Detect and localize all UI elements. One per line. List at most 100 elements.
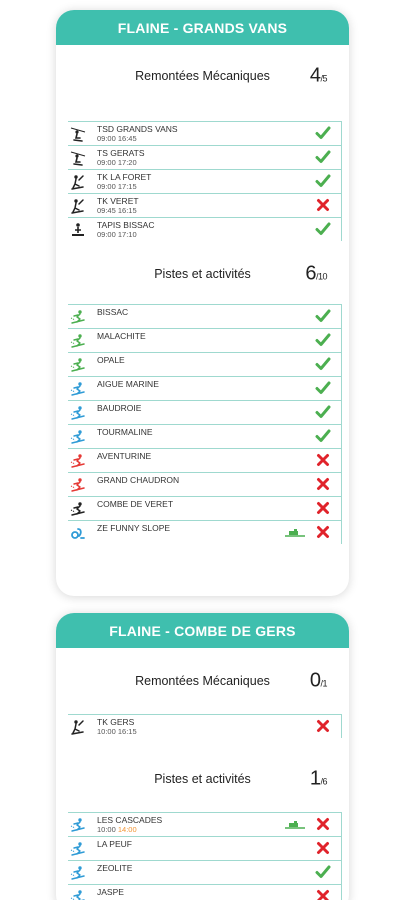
groomed-icon [285, 821, 305, 829]
slope-name: TOURMALINE [97, 427, 153, 437]
opening-hours: 09:00 16:45 [97, 134, 137, 143]
opening-hours: 09:00 17:10 [97, 230, 137, 239]
slope-name: BISSAC [97, 307, 129, 317]
lifts-section-header: Remontées Mécaniques 4/5 [56, 45, 349, 107]
lifts-list: TSD GRANDS VANS 09:00 16:45 TS GERATS 09:00… [56, 121, 349, 241]
open-check-icon [315, 357, 331, 370]
closed-cross-icon [317, 890, 329, 900]
slope-name: AIGUE MARINE [97, 379, 159, 389]
sector-title[interactable]: FLAINE - COMBE DE GERS [56, 613, 349, 648]
skier-slope-icon [70, 502, 85, 516]
opening-hours: 09:45 16:15 [97, 206, 137, 215]
slope-name: GRAND CHAUDRON [97, 475, 180, 485]
open-check-icon [315, 333, 331, 346]
slope-row[interactable]: JASPE [68, 884, 342, 900]
closed-cross-icon [317, 526, 329, 538]
slopes-list: LES CASCADES 10:00 14:00 LA PEUF ZEOLITE JAS… [56, 812, 349, 900]
lift-name: TK GERS [97, 717, 135, 727]
closed-cross-icon [317, 502, 329, 514]
lift-row[interactable]: TK VERET 09:45 16:15 [68, 193, 342, 217]
skier-slope-icon [70, 430, 85, 444]
open-check-icon [315, 309, 331, 322]
lift-name: TS GERATS [97, 148, 145, 158]
slope-row[interactable]: LES CASCADES 10:00 14:00 [68, 812, 342, 836]
lifts-list: TK GERS 10:00 16:15 [56, 714, 349, 738]
lift-row[interactable]: TS GERATS 09:00 17:20 [68, 145, 342, 169]
slope-row[interactable]: ZEOLITE [68, 860, 342, 884]
lift-name: TSD GRANDS VANS [97, 124, 178, 134]
skier-slope-icon [70, 890, 85, 900]
skier-slope-icon [70, 382, 85, 396]
lifts-open-count: 4/5 [309, 64, 328, 87]
slope-name: COMBE DE VERET [97, 499, 174, 509]
slope-name: AVENTURINE [97, 451, 152, 461]
slope-row[interactable]: MALACHITE [68, 328, 342, 352]
lift-row[interactable]: TK GERS 10:00 16:15 [68, 714, 342, 738]
slope-row[interactable]: ZE FUNNY SLOPE [68, 520, 342, 544]
lift-row[interactable]: TAPIS BISSAC 09:00 17:10 [68, 217, 342, 241]
opening-hours: 09:00 17:15 [97, 182, 137, 191]
slope-name: ZE FUNNY SLOPE [97, 523, 171, 533]
open-check-icon [315, 174, 331, 187]
slopes-section-label: Pistes et activités [154, 772, 251, 786]
skilift-icon [71, 199, 84, 214]
open-check-icon [315, 222, 331, 235]
lifts-open-count: 0/1 [309, 669, 328, 692]
hours-open: 10:00 [97, 825, 116, 834]
slope-row[interactable]: AIGUE MARINE [68, 376, 342, 400]
open-check-icon [315, 381, 331, 394]
open-check-icon [315, 126, 331, 139]
skier-slope-icon [70, 866, 85, 880]
lift-name: TK VERET [97, 196, 139, 206]
closed-cross-icon [317, 199, 329, 211]
skier-slope-icon [70, 310, 85, 324]
sector-title[interactable]: FLAINE - GRANDS VANS [56, 10, 349, 45]
slope-name: LA PEUF [97, 839, 132, 849]
skilift-icon [71, 175, 84, 190]
slope-row[interactable]: TOURMALINE [68, 424, 342, 448]
carpet-lift-icon [72, 223, 84, 236]
opening-hours: 10:00 14:00 [97, 825, 137, 834]
chairlift-icon [70, 151, 86, 166]
skier-slope-icon [70, 406, 85, 420]
slope-row[interactable]: OPALE [68, 352, 342, 376]
lifts-section-label: Remontées Mécaniques [135, 674, 270, 688]
closed-cross-icon [317, 818, 329, 830]
open-check-icon [315, 865, 331, 878]
slope-name: OPALE [97, 355, 125, 365]
lift-row[interactable]: TSD GRANDS VANS 09:00 16:45 [68, 121, 342, 145]
lift-name: TK LA FORET [97, 172, 152, 182]
slope-name: JASPE [97, 887, 124, 897]
lift-row[interactable]: TK LA FORET 09:00 17:15 [68, 169, 342, 193]
skier-slope-icon [70, 358, 85, 372]
slope-row[interactable]: AVENTURINE [68, 448, 342, 472]
slope-row[interactable]: LA PEUF [68, 836, 342, 860]
slopes-open-count: 6/10 [305, 262, 327, 285]
slope-name: LES CASCADES [97, 815, 163, 825]
slope-row[interactable]: COMBE DE VERET [68, 496, 342, 520]
slope-row[interactable]: BISSAC [68, 304, 342, 328]
slopes-open-count: 1/6 [309, 767, 328, 790]
opening-hours: 10:00 16:15 [97, 727, 137, 736]
lifts-section-header: Remontées Mécaniques 0/1 [56, 648, 349, 714]
lifts-section-label: Remontées Mécaniques [135, 69, 270, 83]
funslope-icon [71, 528, 85, 539]
slopes-section-label: Pistes et activités [154, 267, 251, 281]
slope-row[interactable]: GRAND CHAUDRON [68, 472, 342, 496]
slopes-list: BISSAC MALACHITE OPALE AIGUE MARINE BAUDROIE… [56, 304, 349, 544]
closed-cross-icon [317, 842, 329, 854]
slopes-section-header: Pistes et activités 1/6 [56, 746, 349, 812]
open-check-icon [315, 150, 331, 163]
chairlift-icon [70, 127, 86, 142]
closed-cross-icon [317, 454, 329, 466]
sector-card-grands-vans: FLAINE - GRANDS VANS Remontées Mécanique… [56, 10, 349, 596]
skier-slope-icon [70, 818, 85, 832]
closed-cross-icon [317, 478, 329, 490]
open-check-icon [315, 429, 331, 442]
slope-name: MALACHITE [97, 331, 146, 341]
open-check-icon [315, 405, 331, 418]
skilift-icon [71, 720, 84, 735]
closed-cross-icon [317, 720, 329, 732]
slope-name: BAUDROIE [97, 403, 142, 413]
slope-row[interactable]: BAUDROIE [68, 400, 342, 424]
